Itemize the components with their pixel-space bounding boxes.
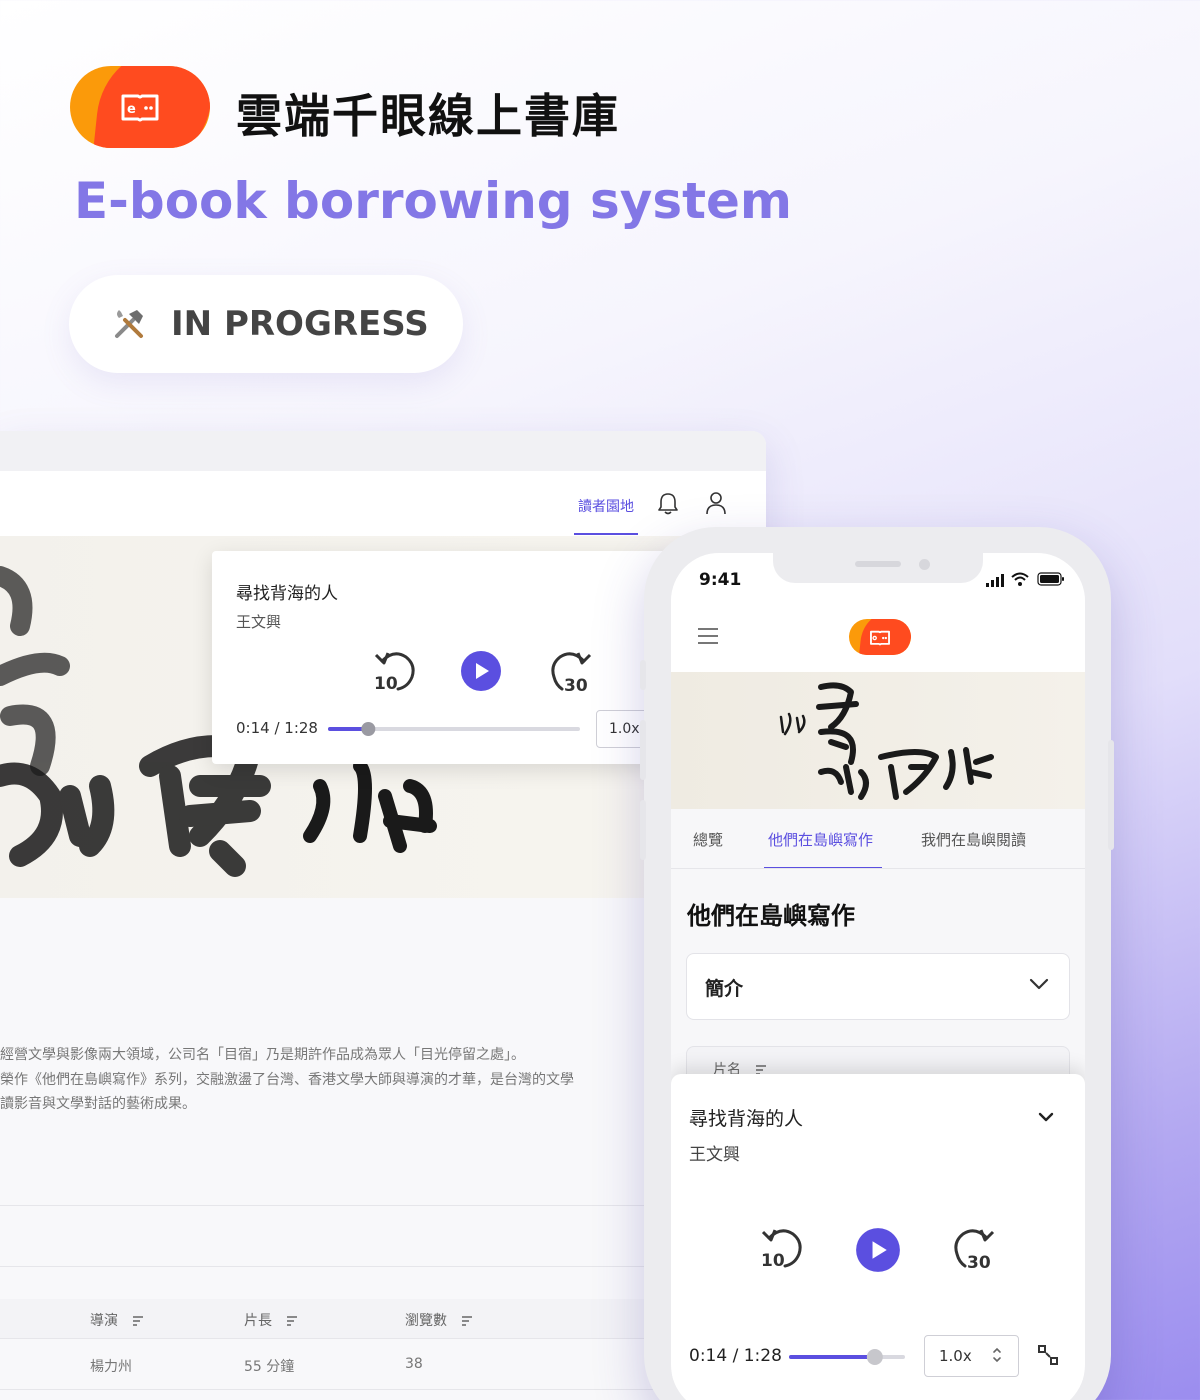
column-header-director[interactable]: 導演 [90,1310,144,1330]
bell-icon[interactable] [657,491,679,515]
up-down-chevron-icon [993,1347,1001,1363]
sort-icon[interactable] [286,1316,298,1326]
audio-player-sheet: 尋找背海的人 王文興 10 30 0:14 / 1:28 1.0x [671,1074,1085,1400]
accordion-label: 簡介 [705,978,744,1000]
chevron-down-icon [1029,978,1049,990]
user-icon[interactable] [705,491,727,515]
nav-tab-indicator [574,533,638,535]
tab-overview[interactable]: 總覽 [693,829,723,850]
section-tabs: 總覽 他們在島嶼寫作 我們在島嶼閱讀 [671,809,1085,869]
hamburger-menu-icon[interactable] [697,627,719,645]
wifi-icon [1011,572,1029,586]
phone-side-button [640,660,646,690]
svg-text:30: 30 [967,1253,991,1270]
table-cell-views: 38 [405,1356,423,1372]
table-cell-duration: 55 分鐘 [244,1359,295,1375]
rewind-10-icon[interactable]: 10 [759,1226,805,1270]
ebook-logo-icon [870,630,890,646]
intro-paragraph: 經營文學與影像兩大領域，公司名「目宿」乃是期許作品成為眾人「目光停留之處」。 榮… [0,1047,574,1112]
app-subtitle: E-book borrowing system [74,172,793,230]
app-logo-small[interactable] [849,619,911,655]
forward-30-icon[interactable]: 30 [548,649,594,693]
tab-they-write[interactable]: 他們在島嶼寫作 [768,829,873,850]
top-nav: 讀者園地 [0,471,766,536]
progress-slider[interactable] [328,721,582,737]
window-titlebar [0,431,766,471]
audio-player-card: 尋找背海的人 王文興 10 30 0:14 / 1:28 1.0x [212,551,672,764]
sort-icon[interactable] [461,1316,473,1326]
svg-text:30: 30 [564,676,588,693]
time-display: 0:14 / 1:28 [236,719,318,737]
column-header-views[interactable]: 瀏覽數 [405,1310,473,1330]
calligraphy-banner [671,672,1085,809]
svg-text:e: e [127,102,136,117]
divider [0,1389,766,1390]
phone-side-button [640,800,646,860]
divider [671,868,1085,869]
tab-we-read[interactable]: 我們在島嶼閱讀 [921,829,1026,850]
track-title: 尋找背海的人 [236,584,338,604]
calligraphy-artwork [779,682,994,800]
intro-accordion[interactable]: 簡介 [686,953,1070,1020]
play-icon[interactable] [460,650,502,692]
column-header-duration[interactable]: 片長 [244,1310,298,1330]
table-cell-director: 楊力州 [90,1359,132,1375]
play-icon[interactable] [855,1227,901,1273]
svg-text:10: 10 [761,1251,785,1270]
clock: 9:41 [699,570,742,590]
page-title: 他們在島嶼寫作 [687,902,855,930]
time-display: 0:14 / 1:28 [689,1346,782,1366]
signal-icon [986,574,1004,587]
track-author: 王文興 [689,1145,740,1165]
app-title: 雲端千眼線上書庫 [236,89,620,143]
svg-text:10: 10 [374,674,398,693]
app-logo: e [70,66,210,148]
progress-slider[interactable] [789,1348,907,1366]
track-title: 尋找背海的人 [689,1108,804,1130]
track-author: 王文興 [236,613,282,631]
ebook-logo-icon: e [121,94,159,122]
forward-30-icon[interactable]: 30 [951,1226,997,1270]
status-label: IN PROGRESS [171,304,429,344]
phone-side-button [1108,740,1114,850]
phone-screen: 9:41 總覽 他們在島嶼寫作 我們在島嶼閱讀 他們在島嶼寫作 簡介 片名 尋找… [671,553,1085,1400]
nav-tab-reader-corner[interactable]: 讀者園地 [578,496,634,516]
collapse-chevron-icon[interactable] [1038,1112,1054,1122]
phone-notch [773,553,983,583]
hammer-wrench-icon [115,310,143,338]
playback-speed-select[interactable]: 1.0x [924,1335,1019,1377]
rewind-10-icon[interactable]: 10 [372,649,418,693]
phone-side-button [640,720,646,780]
expand-icon[interactable] [1037,1344,1059,1366]
sort-icon[interactable] [132,1316,144,1326]
status-badge: IN PROGRESS [69,275,463,373]
battery-icon [1037,572,1064,586]
